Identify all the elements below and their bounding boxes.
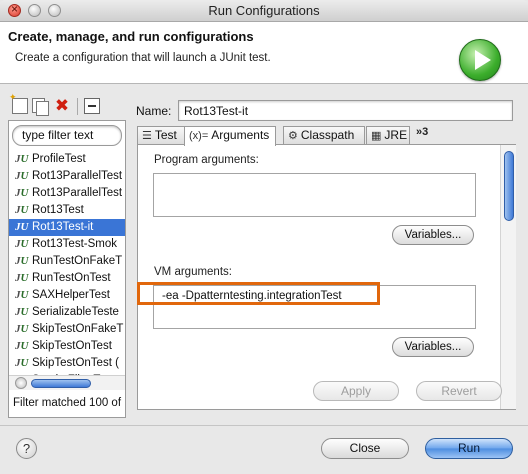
header-title: Create, manage, and run configurations [8,29,254,44]
tree-item[interactable]: JU SkipTestOnTest ( [9,355,125,372]
apply-button[interactable]: Apply [313,381,399,401]
tree-item[interactable]: JU RunTestOnTest [9,270,125,287]
jre-tab-icon: ▦ [371,130,382,142]
junit-config-icon: JU [15,272,29,284]
vertical-scroll-thumb[interactable] [504,151,514,221]
vertical-scrollbar[interactable] [500,145,516,409]
tab-arguments-label: Arguments [211,128,270,142]
delete-configuration-icon[interactable]: ✖ [54,97,70,114]
tree-item[interactable]: JU Rot13Test-it [9,219,125,236]
collapse-all-icon[interactable] [84,98,100,114]
classpath-tab-icon: ⚙ [288,130,298,142]
dialog-header: Create, manage, and run configurations C… [0,22,528,84]
config-tabs: ☰ Test (x)= Arguments ⚙ Classpath ▦ JRE »3 [137,126,515,146]
close-button[interactable]: Close [321,438,409,459]
junit-config-icon: JU [15,357,29,369]
tree-item-label: RunTestOnTest [32,272,111,284]
program-arguments-label: Program arguments: [154,154,259,166]
program-arguments-field[interactable] [153,173,476,217]
test-tab-icon: ☰ [142,130,152,142]
run-button[interactable]: Run [425,438,513,459]
configuration-list-panel: type filter text JU ProfileTest JU Rot13Par… [8,120,126,418]
new-configuration-icon[interactable] [9,92,28,114]
arguments-tab-panel: Program arguments: Variables... VM argum… [137,144,516,410]
filter-status: Filter matched 100 of [13,397,122,409]
junit-config-icon: JU [15,187,29,199]
tree-item[interactable]: JU SAXHelperTest [9,287,125,304]
tab-classpath-label: Classpath [300,128,355,142]
junit-config-icon: JU [15,340,29,352]
tab-test-label: Test [154,128,177,142]
revert-button[interactable]: Revert [416,381,502,401]
tree-item-label: ProfileTest [32,153,86,165]
arguments-tab-icon: (x)= [189,130,209,142]
tree-item-label: Rot13Test-it [32,221,94,233]
tab-jre-label: JRE [384,128,408,142]
tab-test[interactable]: ☰ Test [137,126,185,145]
title-bar: Run Configurations [0,0,528,22]
tree-item-label: Rot13ParallelTest [32,170,123,182]
tree-item[interactable]: JU SerializableTeste [9,304,125,321]
tree-item[interactable]: JU RunTestOnFakeT [9,253,125,270]
tree-item[interactable]: JU SkipTestOnFakeT [9,321,125,338]
name-field[interactable]: Rot13Test-it [178,100,513,121]
help-icon[interactable]: ? [16,438,37,459]
program-variables-button[interactable]: Variables... [392,225,474,245]
tab-arguments[interactable]: (x)= Arguments [184,126,276,146]
tree-item-label: RunTestOnFakeT [32,255,123,267]
tree-item[interactable]: JU Rot13ParallelTest [9,185,125,202]
header-subtitle: Create a configuration that will launch … [15,52,271,64]
tree-item[interactable]: JU Rot13Test-Smok [9,236,125,253]
scroll-thumb[interactable] [31,379,91,388]
junit-config-icon: JU [15,153,29,165]
junit-config-icon: JU [15,323,29,335]
configuration-tree: JU ProfileTest JU Rot13ParallelTest JU Rot13P… [9,151,125,389]
program-arguments-group: Program arguments: Variables... [144,149,488,257]
vm-arguments-group: VM arguments: -ea -Dpatterntesting.integ… [144,261,488,367]
tree-item-label: Rot13Test [32,204,84,216]
tree-item[interactable]: JU SkipTestOnTest [9,338,125,355]
tree-item-label: SkipTestOnFakeT [32,323,124,335]
tree-item-label: SAXHelperTest [32,289,110,301]
tab-classpath[interactable]: ⚙ Classpath [283,126,365,145]
tree-item-label: Rot13ParallelTest [32,187,123,199]
more-tabs-indicator[interactable]: »3 [416,126,428,138]
tree-item-label: Rot13Test-Smok [32,238,118,250]
junit-config-icon: JU [15,289,29,301]
junit-config-icon: JU [15,170,29,182]
scroll-knob[interactable] [15,377,27,389]
junit-config-icon: JU [15,204,29,216]
junit-config-icon: JU [15,221,29,233]
horizontal-scrollbar[interactable] [9,375,125,390]
duplicate-configuration-icon[interactable] [32,98,49,116]
tree-item-label: SkipTestOnTest ( [32,357,119,369]
junit-config-icon: JU [15,238,29,250]
vm-arguments-label: VM arguments: [154,266,232,278]
toolbar-divider [77,98,78,115]
tree-item[interactable]: JU Rot13ParallelTest [9,168,125,185]
junit-config-icon: JU [15,306,29,318]
name-label: Name: [136,104,172,118]
tab-jre[interactable]: ▦ JRE [366,126,410,145]
filter-input[interactable]: type filter text [12,125,122,146]
tree-item[interactable]: JU ProfileTest [9,151,125,168]
tree-item-label: SkipTestOnTest [32,340,112,352]
vm-variables-button[interactable]: Variables... [392,337,474,357]
vm-arguments-highlight [137,282,380,305]
window-title: Run Configurations [208,3,320,18]
config-toolbar: ✖ [8,92,124,118]
dialog-footer: ? Close Run [0,425,528,474]
tree-item-label: SerializableTeste [32,306,119,318]
junit-config-icon: JU [15,255,29,267]
run-banner-icon [459,39,501,81]
tree-item[interactable]: JU Rot13Test [9,202,125,219]
